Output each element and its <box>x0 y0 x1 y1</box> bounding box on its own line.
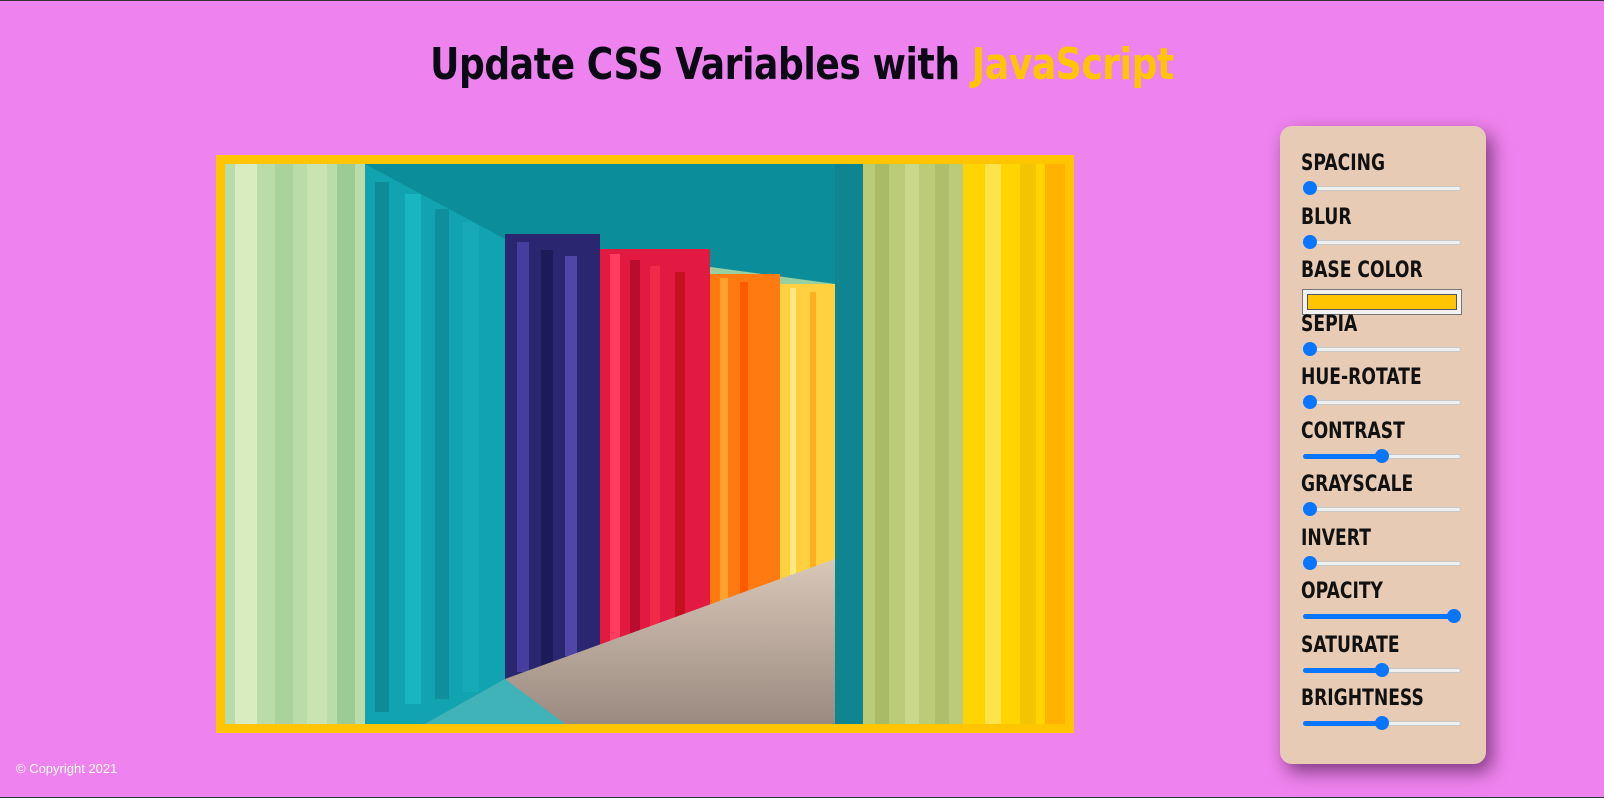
copyright-text: © Copyright 2021 <box>16 761 118 776</box>
control-label: BLUR <box>1301 204 1352 230</box>
brightness-slider[interactable] <box>1303 716 1461 730</box>
slider-thumb[interactable] <box>1303 181 1317 195</box>
spacing-slider[interactable] <box>1303 181 1461 195</box>
control-label: INVERT <box>1301 525 1371 551</box>
slider-fill <box>1303 721 1382 726</box>
control-label: OPACITY <box>1301 579 1383 604</box>
control-blur: BLUR <box>1301 205 1464 259</box>
control-label: BRIGHTNESS <box>1301 686 1424 711</box>
grayscale-slider[interactable] <box>1303 502 1461 516</box>
control-label: BASE COLOR <box>1301 258 1423 283</box>
slider-track <box>1303 400 1461 405</box>
page-title: Update CSS Variables with JavaScript <box>144 39 1459 90</box>
slider-thumb[interactable] <box>1303 395 1317 409</box>
control-label: SPACING <box>1301 151 1386 176</box>
control-saturate: SATURATE <box>1301 633 1464 687</box>
sepia-slider[interactable] <box>1303 341 1461 356</box>
control-label: CONTRAST <box>1301 418 1405 444</box>
control-label: HUE-ROTATE <box>1301 365 1422 390</box>
control-sepia: SEPIA <box>1301 312 1464 366</box>
control-base-color: BASE COLOR <box>1301 258 1464 315</box>
control-invert: INVERT <box>1301 526 1464 580</box>
slider-thumb[interactable] <box>1303 502 1317 516</box>
control-brightness: BRIGHTNESS <box>1301 686 1464 740</box>
color-swatch <box>1307 294 1457 310</box>
rainbow-tunnel-image <box>225 164 1065 724</box>
control-label: GRAYSCALE <box>1301 472 1414 497</box>
opacity-slider[interactable] <box>1303 609 1461 623</box>
control-label: SEPIA <box>1301 311 1358 337</box>
slider-thumb[interactable] <box>1375 662 1389 677</box>
control-grayscale: GRAYSCALE <box>1301 472 1464 526</box>
control-label: SATURATE <box>1301 632 1400 658</box>
slider-fill <box>1303 453 1382 459</box>
slider-thumb[interactable] <box>1303 555 1317 570</box>
hue-rotate-slider[interactable] <box>1303 395 1461 409</box>
slider-track <box>1303 239 1461 245</box>
slider-thumb[interactable] <box>1303 341 1317 356</box>
contrast-slider[interactable] <box>1303 448 1461 463</box>
invert-slider[interactable] <box>1303 555 1461 570</box>
slider-thumb[interactable] <box>1375 448 1389 463</box>
slider-fill <box>1303 614 1454 619</box>
slider-track <box>1303 186 1461 191</box>
saturate-slider[interactable] <box>1303 662 1461 677</box>
title-highlight: JavaScript <box>971 39 1175 90</box>
slider-track <box>1303 560 1461 566</box>
image-frame <box>216 155 1074 733</box>
slider-thumb[interactable] <box>1303 234 1317 249</box>
control-opacity: OPACITY <box>1301 579 1464 633</box>
control-hue-rotate: HUE-ROTATE <box>1301 365 1464 419</box>
slider-thumb[interactable] <box>1447 609 1461 623</box>
blur-slider[interactable] <box>1303 234 1461 249</box>
control-spacing: SPACING <box>1301 151 1464 205</box>
slider-track <box>1303 507 1461 512</box>
controls-panel: SPACING BLUR BASE COLOR SEPIA HUE-ROTATE CONT… <box>1280 126 1486 764</box>
slider-fill <box>1303 667 1382 673</box>
slider-thumb[interactable] <box>1375 716 1389 730</box>
slider-track <box>1303 346 1461 352</box>
title-prefix: Update CSS Variables with <box>430 39 972 90</box>
control-contrast: CONTRAST <box>1301 419 1464 473</box>
